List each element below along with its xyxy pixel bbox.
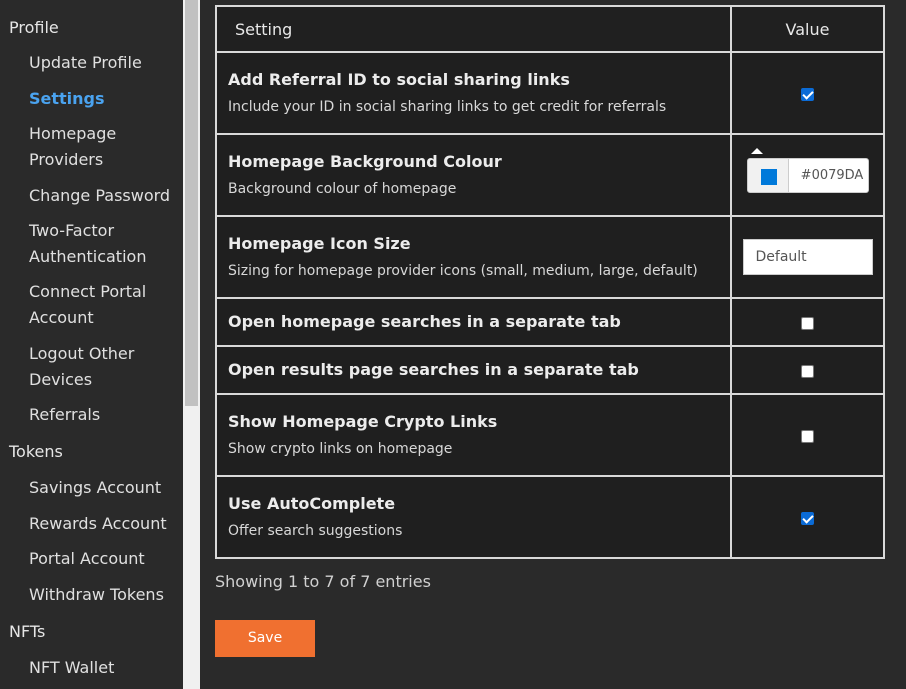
- column-header-setting[interactable]: Setting: [215, 5, 732, 53]
- sidebar-item-portal-account[interactable]: Portal Account: [29, 546, 179, 572]
- referral-id-checkbox[interactable]: [801, 87, 814, 101]
- setting-title: Homepage Icon Size: [228, 234, 411, 253]
- sidebar-item-referrals[interactable]: Referrals: [29, 402, 179, 428]
- background-colour-picker[interactable]: #0079DA: [746, 147, 869, 193]
- sidebar-scrollbar-thumb[interactable]: [185, 0, 198, 406]
- sidebar-item-homepage-providers[interactable]: Homepage Providers: [29, 121, 139, 173]
- setting-description: Sizing for homepage provider icons (smal…: [228, 263, 698, 279]
- sidebar-item-change-password[interactable]: Change Password: [29, 183, 179, 209]
- sidebar-item-settings[interactable]: Settings: [29, 86, 179, 112]
- setting-title: Add Referral ID to social sharing links: [228, 70, 570, 89]
- sidebar-item-savings-account[interactable]: Savings Account: [29, 475, 179, 501]
- setting-description: Show crypto links on homepage: [228, 441, 453, 457]
- column-header-value[interactable]: Value: [730, 5, 885, 53]
- results-search-new-tab-checkbox[interactable]: [801, 364, 814, 378]
- setting-title: Open homepage searches in a separate tab: [228, 312, 621, 331]
- footer-social-icons: [636, 682, 786, 689]
- table-row: Open homepage searches in a separate tab: [215, 297, 885, 347]
- color-swatch: [760, 168, 777, 185]
- save-button[interactable]: Save: [215, 620, 315, 657]
- setting-title: Homepage Background Colour: [228, 152, 502, 171]
- sidebar-section-nfts: NFTs: [9, 622, 46, 641]
- color-picker-caret-icon: [750, 147, 763, 154]
- sidebar-item-update-profile[interactable]: Update Profile: [29, 50, 179, 76]
- sidebar-item-two-factor[interactable]: Two-Factor Authentication: [29, 218, 149, 270]
- sidebar-item-withdraw-tokens[interactable]: Withdraw Tokens: [29, 582, 179, 608]
- setting-title: Use AutoComplete: [228, 494, 396, 513]
- table-row: Add Referral ID to social sharing links …: [215, 51, 885, 135]
- sidebar: Profile Update Profile Settings Homepage…: [0, 0, 183, 689]
- sidebar-section-tokens: Tokens: [9, 442, 63, 461]
- setting-description: Offer search suggestions: [228, 523, 403, 539]
- background-colour-input[interactable]: #0079DA: [787, 157, 869, 193]
- icon-size-input[interactable]: Default: [742, 239, 873, 275]
- table-row: Homepage Icon Size Sizing for homepage p…: [215, 215, 885, 299]
- setting-description: Background colour of homepage: [228, 181, 457, 197]
- autocomplete-checkbox[interactable]: [801, 511, 814, 525]
- table-row: Homepage Background Colour Background co…: [215, 133, 885, 217]
- table-row: Use AutoComplete Offer search suggestion…: [215, 475, 885, 559]
- crypto-links-checkbox[interactable]: [801, 429, 814, 443]
- setting-title: Open results page searches in a separate…: [228, 360, 639, 379]
- color-swatch-button[interactable]: [746, 157, 789, 193]
- sidebar-section-profile: Profile: [9, 18, 59, 37]
- table-row: Open results page searches in a separate…: [215, 345, 885, 395]
- sidebar-item-nft-wallet[interactable]: NFT Wallet: [29, 655, 179, 681]
- setting-description: Include your ID in social sharing links …: [228, 99, 667, 115]
- sidebar-item-rewards-account[interactable]: Rewards Account: [29, 511, 179, 537]
- entries-info: Showing 1 to 7 of 7 entries: [215, 572, 431, 591]
- table-row: Show Homepage Crypto Links Show crypto l…: [215, 393, 885, 477]
- settings-table: Setting Value Add Referral ID to social …: [215, 5, 885, 559]
- setting-title: Show Homepage Crypto Links: [228, 412, 498, 431]
- homepage-search-new-tab-checkbox[interactable]: [801, 316, 814, 330]
- sidebar-item-logout-other-devices[interactable]: Logout Other Devices: [29, 341, 139, 393]
- sidebar-item-connect-portal[interactable]: Connect Portal Account: [29, 279, 149, 331]
